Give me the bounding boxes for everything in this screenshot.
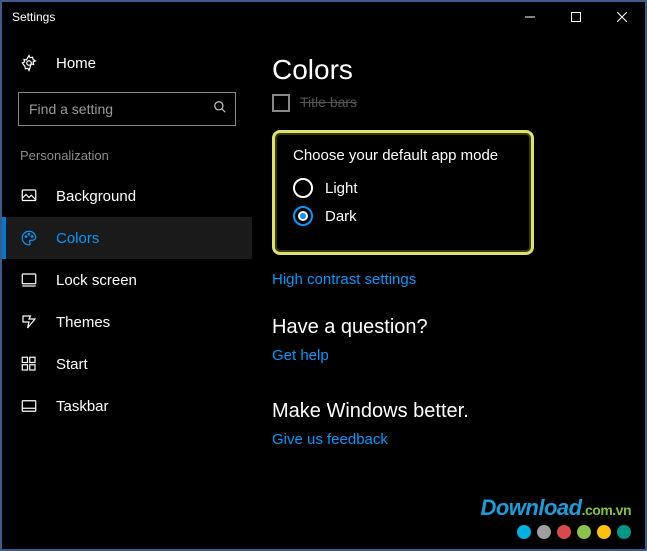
radio-icon-selected bbox=[293, 206, 313, 226]
watermark-domain: .com.vn bbox=[582, 502, 631, 518]
window-title: Settings bbox=[12, 10, 507, 24]
search-icon bbox=[213, 100, 227, 119]
close-button[interactable] bbox=[599, 2, 645, 32]
dot-icon bbox=[577, 525, 591, 539]
checkbox-label: Title bars bbox=[300, 94, 357, 110]
nav-label: Colors bbox=[56, 230, 99, 247]
radio-light[interactable]: Light bbox=[293, 178, 513, 198]
start-icon bbox=[20, 355, 38, 373]
better-heading: Make Windows better. bbox=[272, 400, 615, 423]
home-button[interactable]: Home bbox=[2, 44, 252, 82]
nav-label: Start bbox=[56, 356, 88, 373]
watermark: Download.com.vn bbox=[480, 495, 631, 539]
app-mode-section: Choose your default app mode Light Dark bbox=[272, 130, 534, 255]
watermark-main: Download bbox=[480, 495, 581, 520]
radio-dark[interactable]: Dark bbox=[293, 206, 513, 226]
palette-icon bbox=[20, 229, 38, 247]
sidebar-item-lock-screen[interactable]: Lock screen bbox=[2, 259, 252, 301]
watermark-brand: Download.com.vn bbox=[480, 495, 631, 521]
themes-icon bbox=[20, 313, 38, 331]
close-icon bbox=[617, 12, 627, 22]
minimize-button[interactable] bbox=[507, 2, 553, 32]
search-input-wrap[interactable] bbox=[18, 92, 236, 126]
link-get-help[interactable]: Get help bbox=[272, 347, 615, 364]
category-label: Personalization bbox=[2, 148, 252, 175]
sidebar-item-themes[interactable]: Themes bbox=[2, 301, 252, 343]
nav-label: Themes bbox=[56, 314, 110, 331]
search-input[interactable] bbox=[29, 101, 213, 117]
minimize-icon bbox=[525, 12, 535, 22]
checkbox-icon bbox=[272, 94, 290, 112]
nav-label: Background bbox=[56, 188, 136, 205]
nav-label: Taskbar bbox=[56, 398, 109, 415]
gear-icon bbox=[20, 54, 38, 72]
dot-icon bbox=[597, 525, 611, 539]
page-title: Colors bbox=[272, 54, 615, 86]
watermark-dots bbox=[480, 525, 631, 539]
checkbox-title-bars[interactable]: Title bars bbox=[272, 92, 615, 120]
dot-icon bbox=[517, 525, 531, 539]
sidebar-item-colors[interactable]: Colors bbox=[2, 217, 252, 259]
question-heading: Have a question? bbox=[272, 316, 615, 339]
link-high-contrast[interactable]: High contrast settings bbox=[272, 271, 615, 288]
maximize-icon bbox=[571, 12, 581, 22]
radio-inner-dot bbox=[298, 211, 308, 221]
sidebar-item-start[interactable]: Start bbox=[2, 343, 252, 385]
maximize-button[interactable] bbox=[553, 2, 599, 32]
sidebar-item-background[interactable]: Background bbox=[2, 175, 252, 217]
taskbar-icon bbox=[20, 397, 38, 415]
dot-icon bbox=[617, 525, 631, 539]
image-icon bbox=[20, 187, 38, 205]
radio-icon bbox=[293, 178, 313, 198]
sidebar: Home Personalization Background Colo bbox=[2, 32, 252, 549]
dot-icon bbox=[557, 525, 571, 539]
link-feedback[interactable]: Give us feedback bbox=[272, 431, 615, 448]
lock-screen-icon bbox=[20, 271, 38, 289]
sidebar-item-taskbar[interactable]: Taskbar bbox=[2, 385, 252, 427]
window-controls bbox=[507, 2, 645, 32]
app-mode-heading: Choose your default app mode bbox=[293, 147, 513, 164]
main-panel: Colors Title bars Choose your default ap… bbox=[252, 32, 645, 549]
home-label: Home bbox=[56, 55, 96, 72]
titlebar: Settings bbox=[2, 2, 645, 32]
nav-label: Lock screen bbox=[56, 272, 137, 289]
dot-icon bbox=[537, 525, 551, 539]
radio-label: Light bbox=[325, 180, 358, 197]
radio-label: Dark bbox=[325, 208, 357, 225]
